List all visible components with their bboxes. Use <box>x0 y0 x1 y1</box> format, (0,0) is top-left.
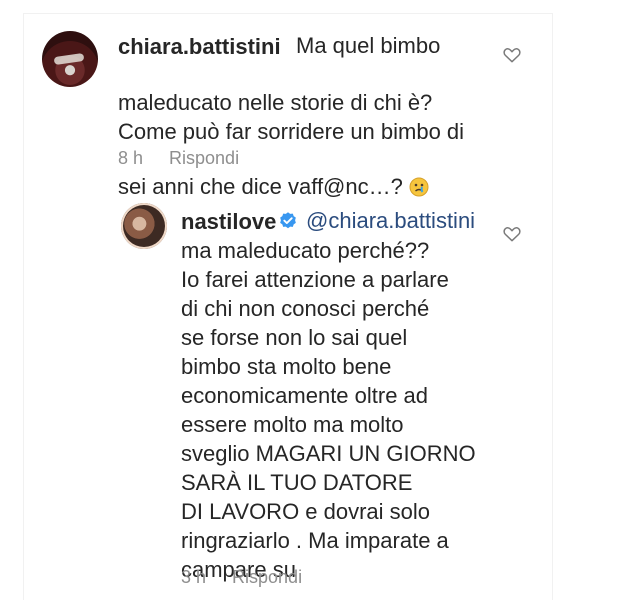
comment-time: 8 h <box>118 148 144 168</box>
avatar[interactable] <box>42 31 98 87</box>
reply-time: 3 h <box>181 567 207 587</box>
mention-link[interactable]: @chiara.battistini <box>306 206 475 235</box>
like-icon[interactable] <box>502 224 522 244</box>
comment-text: maleducato nelle storie di chi è? Come p… <box>118 59 464 201</box>
reply-button[interactable]: Rispondi <box>232 567 302 587</box>
avatar[interactable] <box>121 203 167 249</box>
comment-username[interactable]: chiara.battistini <box>118 34 281 60</box>
reply-button[interactable]: Rispondi <box>169 148 239 168</box>
comment-text-first-line: Ma quel bimbo <box>296 33 441 58</box>
comment-meta: 8 h Rispondi <box>118 148 239 169</box>
reply-text: ma maleducato perché?? Io farei attenzio… <box>181 238 476 582</box>
reply-username[interactable]: nastilove <box>181 209 276 235</box>
crying-face-icon <box>409 146 429 197</box>
like-icon[interactable] <box>502 45 522 65</box>
verified-badge-icon <box>278 211 298 231</box>
reply-meta: 3 h Rispondi <box>181 567 302 588</box>
